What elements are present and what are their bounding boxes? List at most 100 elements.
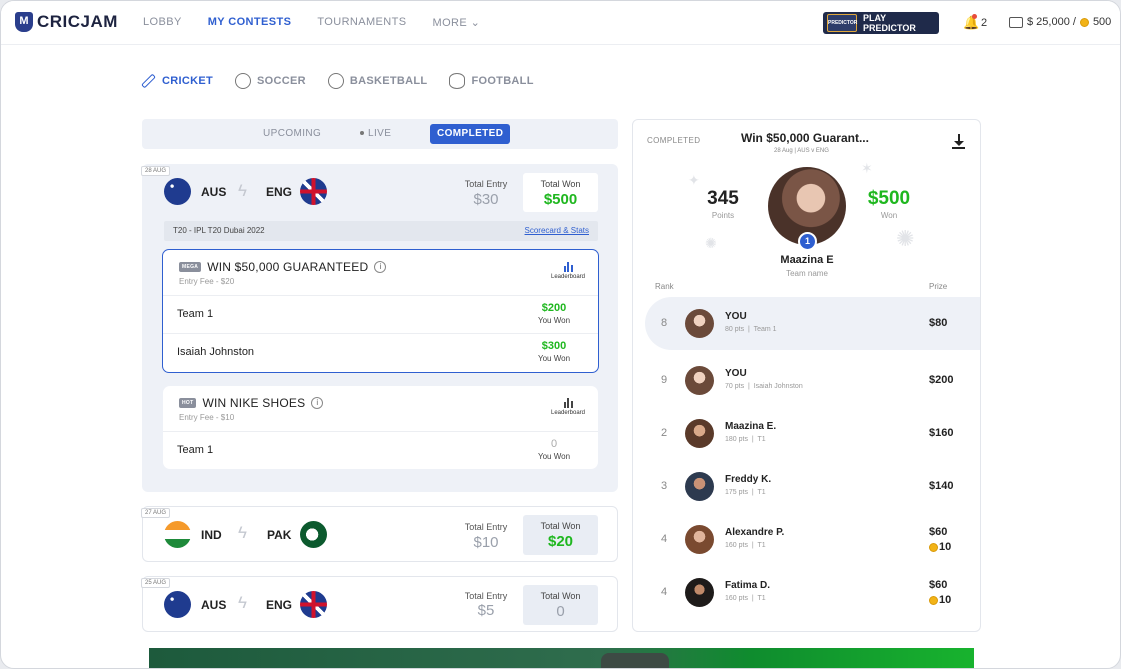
contest-team-row[interactable]: Team 1 $200 You Won <box>163 295 598 333</box>
row-meta: 160 pts | T1 <box>725 595 766 602</box>
tab-live[interactable]: LIVE <box>360 124 391 144</box>
leaderboard-button[interactable]: Leaderboard <box>548 398 588 416</box>
total-won-box: Total Won $20 <box>523 515 598 555</box>
total-entry-label: Total Entry <box>464 591 508 601</box>
leaderboard-row[interactable]: 2 Maazina E. 180 pts | T1 $160 <box>633 407 980 460</box>
row-meta: 80 pts | Team 1 <box>725 326 777 333</box>
leaderboard-label: Leaderboard <box>550 274 586 280</box>
info-icon[interactable]: i <box>374 261 387 273</box>
sparkle-icon: ✶ <box>861 160 873 176</box>
promo-banner[interactable] <box>149 648 974 668</box>
row-points: 160 pts <box>725 542 748 549</box>
contest-header: HOT WIN NIKE SHOES i <box>179 396 324 410</box>
row-prize: $160 <box>929 427 954 439</box>
leaderboard-label: Leaderboard <box>550 410 586 416</box>
row-coin-prize: 10 <box>929 594 951 606</box>
contest-card[interactable]: HOT WIN NIKE SHOES i Entry Fee - $10 Lea… <box>163 386 598 469</box>
main-nav: LOBBY MY CONTESTS TOURNAMENTS MORE ⌄ <box>143 16 506 29</box>
info-icon[interactable]: i <box>311 397 324 409</box>
contest-team-row[interactable]: Isaiah Johnston $300 You Won <box>163 333 598 371</box>
play-predictor-button[interactable]: PREDICTOR PLAY PREDICTOR <box>823 12 939 34</box>
download-icon[interactable] <box>952 134 966 150</box>
match-date: 25 AUG <box>141 578 171 588</box>
avatar <box>685 525 714 554</box>
total-entry-value: $10 <box>473 534 499 551</box>
leaderboard-row-self[interactable]: 8 YOU 80 pts | Team 1 $80 <box>645 297 980 350</box>
panel-subtitle: 28 Aug | AUS v ENG <box>774 148 829 154</box>
nav-lobby[interactable]: LOBBY <box>143 16 182 29</box>
leaderboard-row[interactable]: 9 YOU 70 pts | Isaiah Johnston $200 <box>633 354 980 407</box>
row-points: 80 pts <box>725 326 745 333</box>
nav-more-label: MORE <box>432 17 468 29</box>
row-meta: 175 pts | T1 <box>725 489 766 496</box>
contest-card-selected[interactable]: MEGA WIN $50,000 GUARANTEED i Entry Fee … <box>162 249 599 373</box>
row-rank: 4 <box>661 533 668 545</box>
row-rank: 8 <box>661 317 668 329</box>
row-coin-prize: 10 <box>929 541 951 553</box>
row-name: Maazina E. <box>725 421 777 432</box>
team2-name: ENG <box>266 185 293 199</box>
leaderboard-row[interactable]: 3 Freddy K. 175 pts | T1 $140 <box>633 460 980 513</box>
nav-my-contests[interactable]: MY CONTESTS <box>208 16 292 29</box>
predictor-label: PLAY PREDICTOR <box>863 13 916 33</box>
points-value: 345 <box>707 188 739 209</box>
top-header: M CRICJAM LOBBY MY CONTESTS TOURNAMENTS … <box>1 1 1120 45</box>
avatar <box>685 366 714 395</box>
scorecard-link[interactable]: Scorecard & Stats <box>525 226 589 235</box>
total-won-value: $20 <box>547 533 574 550</box>
leaderboard-row[interactable]: 4 Alexandre P. 160 pts | T1 $60 10 <box>633 513 980 566</box>
app-window: M CRICJAM LOBBY MY CONTESTS TOURNAMENTS … <box>0 0 1121 669</box>
row-team: Isaiah Johnston <box>753 383 803 390</box>
match-date: 27 AUG <box>141 508 171 518</box>
total-entry-label: Total Entry <box>464 522 508 532</box>
won-label: Won <box>880 211 898 220</box>
tab-live-label: LIVE <box>368 128 392 139</box>
australia-flag-icon <box>164 591 191 618</box>
contest-header: MEGA WIN $50,000 GUARANTEED i <box>179 260 387 274</box>
won-value: $500 <box>867 188 911 209</box>
row-rank: 9 <box>661 374 668 386</box>
team2-name: ENG <box>266 598 293 612</box>
leaderboard-row[interactable]: 4 Fatima D. 160 pts | T1 $60 10 <box>633 566 980 619</box>
coin-icon <box>929 542 938 552</box>
tab-upcoming[interactable]: UPCOMING <box>263 124 321 144</box>
panel-status: COMPLETED <box>647 136 701 145</box>
team-name: Team 1 <box>177 308 214 320</box>
total-won-value: $500 <box>543 191 578 208</box>
soccer-ball-icon <box>235 73 251 89</box>
football-icon <box>449 73 466 89</box>
cricket-bat-icon <box>141 73 156 89</box>
wallet-balance[interactable]: $ 25,000 / 500 <box>1009 16 1111 28</box>
row-name: YOU <box>725 311 747 322</box>
row-meta: 160 pts | T1 <box>725 542 766 549</box>
row-prize: $80 <box>929 317 948 329</box>
nav-tournaments[interactable]: TOURNAMENTS <box>317 16 406 29</box>
sparkle-icon: ✦ <box>688 172 700 188</box>
total-won-box: Total Won 0 <box>523 585 598 625</box>
total-won-label: Total Won <box>540 521 581 531</box>
avatar <box>685 419 714 448</box>
contest-team-row[interactable]: Team 1 0 You Won <box>163 431 598 469</box>
row-name: YOU <box>725 368 747 379</box>
sport-football-label: FOOTBALL <box>471 75 534 87</box>
sport-football[interactable]: FOOTBALL <box>449 73 533 89</box>
sport-soccer[interactable]: SOCCER <box>235 73 306 89</box>
won-label: You Won <box>537 354 571 363</box>
sport-basketball[interactable]: BASKETBALL <box>327 73 428 89</box>
row-rank: 3 <box>661 480 668 492</box>
avatar <box>685 309 714 338</box>
row-name: Freddy K. <box>725 474 772 485</box>
row-prize: $200 <box>929 374 954 386</box>
sport-cricket[interactable]: CRICKET <box>141 73 213 89</box>
nav-more[interactable]: MORE ⌄ <box>433 16 481 29</box>
tab-completed[interactable]: COMPLETED <box>430 124 511 144</box>
total-won-label: Total Won <box>540 179 581 189</box>
contest-badge: MEGA <box>179 262 202 272</box>
avatar <box>685 578 714 607</box>
basketball-icon <box>327 73 344 89</box>
england-flag-icon <box>300 591 327 618</box>
cricjam-logo[interactable]: M CRICJAM <box>15 12 118 32</box>
contest-badge: HOT <box>179 398 197 408</box>
leaderboard-button[interactable]: Leaderboard <box>548 262 588 280</box>
row-points: 160 pts <box>725 595 748 602</box>
